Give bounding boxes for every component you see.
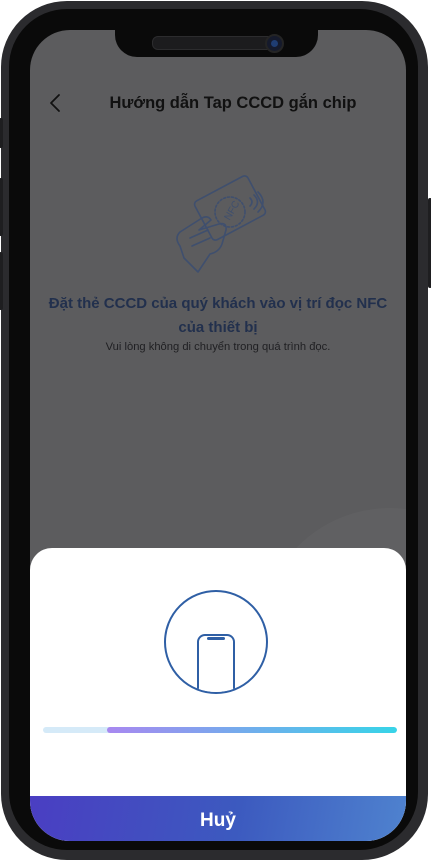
phone-icon-notch: [207, 637, 225, 640]
side-button-left-mid: [0, 178, 3, 236]
progress-fill: [106, 727, 397, 733]
side-button-left-top: [0, 118, 3, 148]
progress-bar: [43, 727, 397, 733]
cancel-button-label: Huỷ: [200, 810, 236, 831]
front-camera: [265, 34, 284, 53]
phone-frame: Hướng dẫn Tap CCCD gắn chip NFC Đặt thẻ …: [0, 0, 431, 863]
hand-holding-nfc-card-icon: NFC: [170, 168, 274, 298]
page-title: Hướng dẫn Tap CCCD gắn chip: [109, 94, 357, 112]
phone-icon-ring: [164, 590, 268, 694]
bottom-sheet: Huỷ: [30, 548, 406, 841]
chevron-left-icon[interactable]: [40, 92, 70, 122]
instruction-subtext: Vui lòng không di chuyển trong quá trình…: [105, 341, 331, 353]
phone-icon: [197, 634, 235, 692]
speaker-grill: [152, 36, 274, 50]
screen: Hướng dẫn Tap CCCD gắn chip NFC Đặt thẻ …: [30, 30, 406, 841]
nfc-label: NFC: [223, 199, 243, 222]
cancel-button[interactable]: Huỷ: [30, 796, 406, 841]
header: Hướng dẫn Tap CCCD gắn chip: [30, 92, 406, 132]
side-button-left-bottom: [0, 252, 3, 310]
instruction-heading: Đặt thẻ CCCD của quý khách vào vị trí đọ…: [48, 295, 388, 336]
